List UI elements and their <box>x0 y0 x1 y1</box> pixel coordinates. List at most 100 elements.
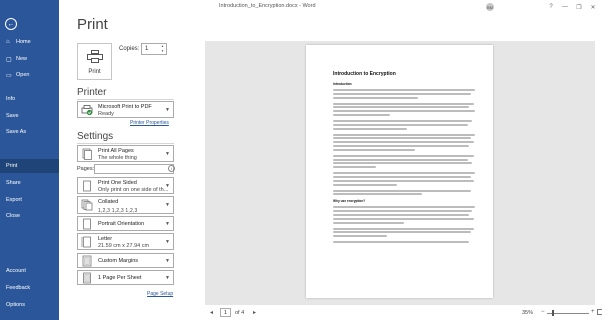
nav-item-new[interactable]: ▢ New <box>0 52 59 66</box>
minimize-icon[interactable]: — <box>559 1 571 13</box>
text-paragraph <box>333 206 475 224</box>
nav-item-account[interactable]: Account <box>0 264 59 278</box>
page-count: of 4 <box>235 310 245 316</box>
sides-dropdown[interactable]: Print One Sided Only print on one side o… <box>77 177 174 194</box>
text-paragraph <box>333 133 475 151</box>
margins-icon <box>82 255 92 266</box>
next-page-icon[interactable]: ▸ <box>253 309 256 316</box>
margins-title: Custom Margins <box>98 258 139 264</box>
print-range-dropdown[interactable]: Print All Pages The whole thing ▼ <box>77 145 174 162</box>
document-subheading: Introduction <box>333 82 352 86</box>
printer-status-icon <box>81 104 93 115</box>
nav-item-home[interactable]: ⌂ Home <box>0 35 59 49</box>
text-paragraph <box>333 172 475 186</box>
printer-heading: Printer <box>77 87 107 98</box>
document-heading: Introduction to Encryption <box>333 71 396 77</box>
open-folder-icon: ▭ <box>6 72 12 79</box>
sides-sub: Only print on one side of th... <box>98 187 169 193</box>
page-title: Print <box>77 16 108 33</box>
settings-heading: Settings <box>77 131 114 142</box>
spinner-arrows-icon[interactable]: ▲ ▼ <box>160 44 165 54</box>
text-paragraph <box>333 227 475 238</box>
printer-icon <box>86 50 103 63</box>
user-avatar[interactable]: BM <box>486 3 494 11</box>
nav-item-share[interactable]: Share <box>0 176 59 190</box>
text-paragraph <box>333 89 475 99</box>
nav-item-label: New <box>16 56 28 62</box>
pages-per-sheet-dropdown[interactable]: 1 Page Per Sheet ▼ <box>77 270 174 285</box>
pages-per-sheet-title: 1 Page Per Sheet <box>98 275 142 281</box>
zoom-in-icon[interactable]: + <box>591 309 595 315</box>
pages-label: Pages: <box>77 166 95 172</box>
backstage-nav: ← ⌂ Home ▢ New ▭ Open Info Save Save As … <box>0 0 59 320</box>
restore-icon[interactable]: ❐ <box>573 1 585 13</box>
zoom-slider-thumb[interactable] <box>551 310 554 316</box>
document-subheading: Why use encryption? <box>333 199 366 204</box>
copies-value: 1 <box>145 46 149 52</box>
chevron-down-icon: ▼ <box>165 202 170 208</box>
nav-item-options[interactable]: Options <box>0 298 59 312</box>
nav-item-print[interactable]: Print <box>0 159 59 173</box>
window-title: Introduction_to_Encryption.docx - Word <box>219 3 316 9</box>
info-icon[interactable]: i <box>168 165 175 172</box>
nav-item-label: Info <box>6 96 16 102</box>
orientation-dropdown[interactable]: Portrait Orientation ▼ <box>77 216 174 231</box>
previous-page-icon[interactable]: ◂ <box>210 309 213 316</box>
text-paragraph <box>333 102 475 116</box>
home-icon: ⌂ <box>6 39 10 45</box>
page-number-input[interactable]: 1 <box>220 308 231 317</box>
nav-item-info[interactable]: Info <box>0 92 59 106</box>
collate-dropdown[interactable]: Collated 1,2,3 1,2,3 1,2,3 ▼ <box>77 196 174 214</box>
nav-item-label: Share <box>6 180 21 186</box>
text-paragraph <box>333 119 475 130</box>
paper-size-dropdown[interactable]: Letter 21.59 cm x 27.94 cm ▼ <box>77 233 174 250</box>
page-setup-link[interactable]: Page Setup <box>147 291 173 297</box>
print-preview-pane[interactable]: Introduction to Encryption Introduction <box>205 41 595 305</box>
chevron-down-icon: ▼ <box>165 150 170 157</box>
nav-item-feedback[interactable]: Feedback <box>0 281 59 295</box>
text-paragraph <box>333 154 475 169</box>
nav-item-label: Save <box>6 113 19 119</box>
text-paragraph <box>333 189 475 196</box>
print-button-label: Print <box>88 69 101 75</box>
copies-label: Copies: <box>119 46 140 52</box>
nav-item-save[interactable]: Save <box>0 109 59 123</box>
close-icon[interactable]: ✕ <box>587 1 599 13</box>
print-button[interactable]: Print <box>77 43 112 80</box>
zoom-percentage[interactable]: 35% <box>522 310 533 316</box>
margins-dropdown[interactable]: Custom Margins ▼ <box>77 253 174 268</box>
nav-item-export[interactable]: Export <box>0 193 59 207</box>
collate-title: Collated <box>98 199 119 205</box>
pages-per-sheet-icon <box>83 272 91 283</box>
copies-input[interactable]: 1 ▲ ▼ <box>141 43 167 55</box>
nav-item-label: Open <box>16 72 30 78</box>
zoom-to-page-icon[interactable] <box>597 309 602 315</box>
portrait-icon <box>83 218 91 229</box>
printer-status: Ready <box>98 111 114 117</box>
printer-dropdown[interactable]: Microsoft Print to PDF Ready ▼ <box>77 101 174 118</box>
chevron-down-icon: ▼ <box>165 274 170 281</box>
nav-item-save-as[interactable]: Save As <box>0 125 59 139</box>
divider <box>77 143 174 144</box>
nav-item-open[interactable]: ▭ Open <box>0 68 59 82</box>
new-document-icon: ▢ <box>6 56 12 63</box>
pages-icon <box>82 148 92 160</box>
paper-size-icon <box>81 236 91 247</box>
back-arrow-icon[interactable]: ← <box>5 18 17 30</box>
nav-item-label: Save As <box>6 129 27 135</box>
printer-properties-link[interactable]: Printer Properties <box>130 120 169 126</box>
chevron-down-icon: ▼ <box>165 238 170 245</box>
nav-item-label: Print <box>6 163 18 169</box>
paper-title: Letter <box>98 236 113 242</box>
nav-item-label: Feedback <box>6 285 31 291</box>
page-content: Introduction to Encryption Introduction <box>333 71 475 244</box>
help-icon[interactable]: ? <box>545 1 557 13</box>
zoom-out-icon[interactable]: − <box>541 309 545 315</box>
text-paragraph <box>333 241 475 244</box>
nav-item-close[interactable]: Close <box>0 209 59 223</box>
pages-input[interactable] <box>94 164 174 174</box>
chevron-down-icon: ▼ <box>165 220 170 227</box>
print-range-title: Print All Pages <box>98 148 134 154</box>
nav-item-label: Account <box>6 268 26 274</box>
collated-icon <box>81 199 93 211</box>
